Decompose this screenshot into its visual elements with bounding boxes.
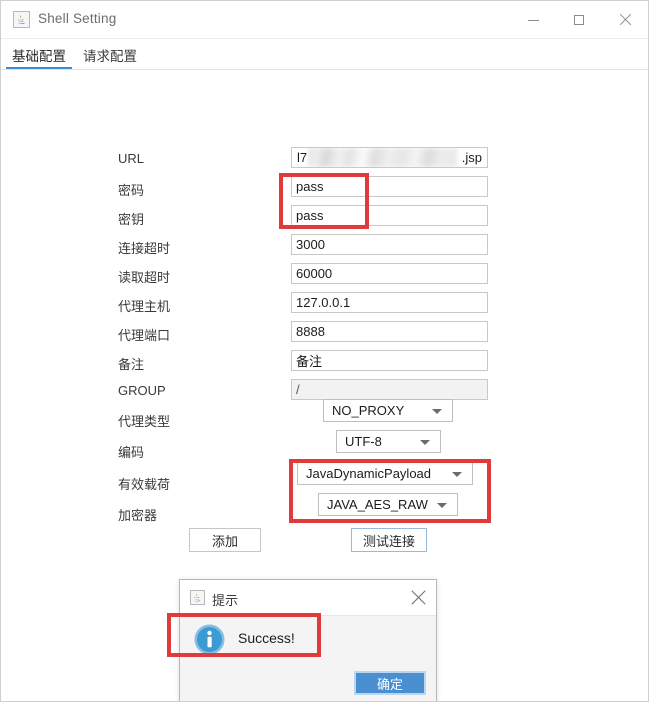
close-icon [619, 13, 632, 26]
java-cup-icon [13, 11, 30, 28]
shell-setting-window: Shell Setting 基础配置 请求配置 URL l7 .jsp 密码 p… [0, 0, 649, 702]
chevron-down-icon [437, 503, 447, 508]
proxy-port-input[interactable]: 8888 [291, 321, 488, 342]
add-button[interactable]: 添加 [189, 528, 261, 552]
proxy-host-input[interactable]: 127.0.0.1 [291, 292, 488, 313]
read-timeout-input[interactable]: 60000 [291, 263, 488, 284]
proxy-type-select[interactable]: NO_PROXY [323, 399, 453, 422]
label-secret-key: 密钥 [118, 212, 145, 227]
label-proxy-host: 代理主机 [118, 299, 171, 314]
dialog-title: 提示 [212, 593, 239, 608]
payload-value: JavaDynamicPayload [306, 466, 432, 481]
connect-timeout-input[interactable]: 3000 [291, 234, 488, 255]
test-connection-button[interactable]: 测试连接 [351, 528, 427, 552]
label-remark: 备注 [118, 357, 145, 372]
label-encoding: 编码 [118, 445, 145, 460]
window-title: Shell Setting [38, 11, 117, 26]
label-url: URL [118, 151, 145, 166]
label-group: GROUP [118, 383, 166, 398]
label-payload: 有效载荷 [118, 477, 171, 492]
encryptor-value: JAVA_AES_RAW [327, 497, 428, 512]
success-dialog: 提示 Success! 确定 [179, 579, 437, 701]
dialog-close-button[interactable] [410, 589, 428, 607]
info-icon [194, 624, 225, 655]
maximize-icon [574, 14, 584, 25]
dialog-title-bar: 提示 [180, 580, 436, 616]
label-encryptor: 加密器 [118, 508, 158, 523]
dialog-message: Success! [238, 630, 295, 646]
minimize-button[interactable] [510, 1, 556, 38]
encoding-select[interactable]: UTF-8 [336, 430, 441, 453]
dialog-body: Success! [180, 616, 436, 666]
dialog-confirm-button[interactable]: 确定 [354, 671, 426, 695]
chevron-down-icon [452, 472, 462, 477]
url-value-suffix: .jsp [461, 150, 482, 165]
label-password: 密码 [118, 183, 145, 198]
label-proxy-type: 代理类型 [118, 414, 171, 429]
proxy-type-value: NO_PROXY [332, 403, 405, 418]
secret-key-input[interactable]: pass [291, 205, 488, 226]
label-read-timeout: 读取超时 [118, 270, 171, 285]
label-connect-timeout: 连接超时 [118, 241, 171, 256]
minimize-icon [527, 19, 539, 21]
password-input[interactable]: pass [291, 176, 488, 197]
payload-select[interactable]: JavaDynamicPayload [297, 462, 473, 485]
chevron-down-icon [420, 440, 430, 445]
url-value-prefix: l7 [297, 150, 308, 165]
url-input[interactable]: l7 .jsp [291, 147, 488, 168]
maximize-button[interactable] [556, 1, 602, 38]
java-cup-icon [190, 590, 205, 605]
tab-strip: 基础配置 请求配置 [1, 39, 648, 69]
encoding-value: UTF-8 [345, 434, 382, 449]
remark-input[interactable]: 备注 [291, 350, 488, 371]
group-input[interactable]: / [291, 379, 488, 400]
label-proxy-port: 代理端口 [118, 328, 171, 343]
url-redacted-region [308, 148, 457, 167]
tab-request-config[interactable]: 请求配置 [81, 42, 139, 68]
chevron-down-icon [432, 409, 442, 414]
close-button[interactable] [602, 1, 648, 38]
encryptor-select[interactable]: JAVA_AES_RAW [318, 493, 458, 516]
tab-basic-config[interactable]: 基础配置 [10, 42, 68, 68]
title-bar: Shell Setting [1, 1, 648, 39]
